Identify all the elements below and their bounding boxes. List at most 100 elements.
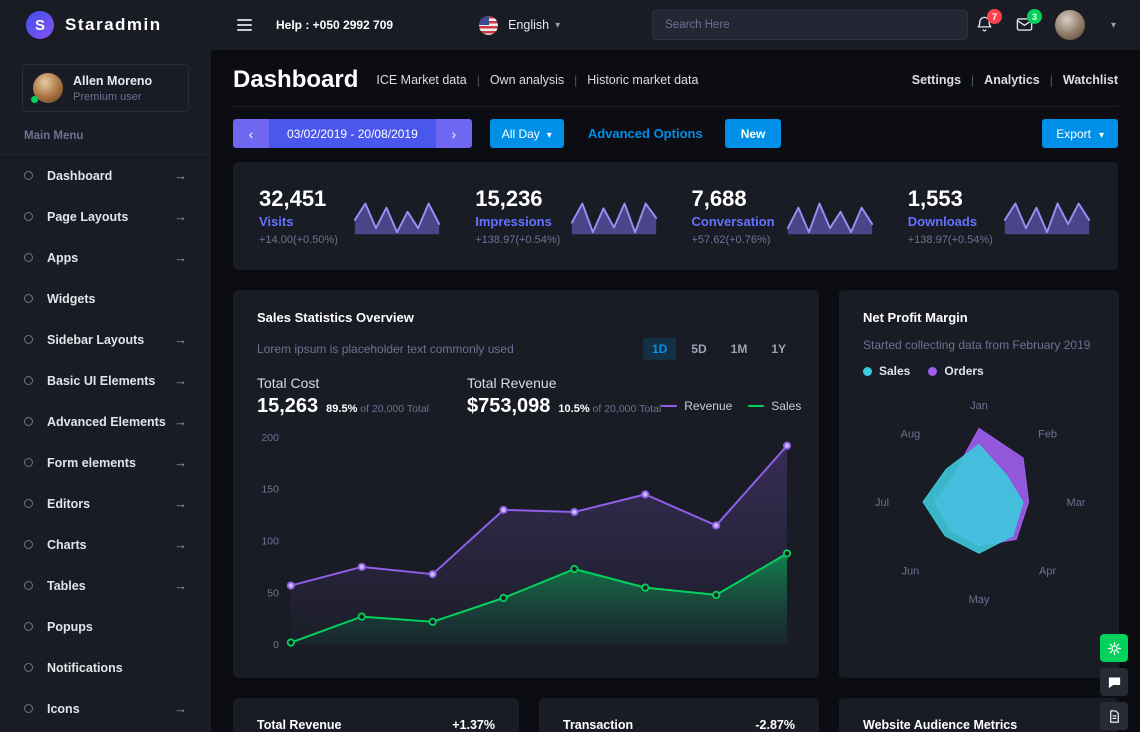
chevron-right-icon: → (174, 332, 187, 347)
all-day-dropdown[interactable]: All Day▾ (490, 119, 564, 148)
sidebar-item-label: Sidebar Layouts (47, 333, 174, 347)
profile-card[interactable]: Allen Moreno Premium user (22, 64, 189, 112)
language-selector[interactable]: English (508, 18, 549, 32)
tab-1d[interactable]: 1D (643, 338, 676, 360)
page-header: Dashboard ICE Market data | Own analysis… (233, 66, 1118, 107)
quick-link-settings[interactable]: Settings (912, 73, 961, 87)
bottom-card-delta: -2.87% (755, 718, 795, 732)
app-root: S Staradmin Allen Moreno Premium user Ma… (0, 0, 1140, 732)
user-avatar[interactable] (1055, 10, 1085, 40)
sidebar-item-charts[interactable]: Charts → (0, 524, 211, 565)
total-revenue-pct: 10.5% (558, 403, 589, 415)
chevron-right-icon: → (174, 701, 187, 716)
quick-link-watchlist[interactable]: Watchlist (1063, 73, 1118, 87)
date-range-button[interactable]: 03/02/2019 - 20/08/2019 (269, 119, 436, 148)
chevron-right-icon: → (174, 168, 187, 183)
svg-text:100: 100 (261, 536, 279, 547)
messages-mail-icon[interactable]: 3 (1015, 15, 1035, 35)
circle-icon (24, 499, 33, 508)
stat-visits: 32,451 Visits +14.00(+0.50%) (243, 186, 459, 246)
stat-value: 7,688 (692, 186, 775, 212)
sidebar-item-widgets[interactable]: Widgets (0, 278, 211, 319)
stat-label: Conversation (692, 214, 775, 229)
notifications-bell-icon[interactable]: 7 (975, 15, 995, 35)
total-revenue-card: Total Revenue +1.37% (233, 698, 519, 732)
circle-icon (24, 581, 33, 590)
total-revenue-suffix: of 20,000 Total (593, 403, 662, 415)
stat-sparkline-chart (568, 193, 660, 239)
tab-1m[interactable]: 1M (722, 338, 757, 360)
sidebar-item-tables[interactable]: Tables → (0, 565, 211, 606)
export-dropdown[interactable]: Export▾ (1042, 119, 1118, 148)
menu-toggle-icon[interactable] (237, 19, 252, 31)
sidebar-item-editors[interactable]: Editors → (0, 483, 211, 524)
tab-1y[interactable]: 1Y (762, 338, 795, 360)
sidebar-item-form-elements[interactable]: Form elements → (0, 442, 211, 483)
header-link-own-analysis[interactable]: Own analysis (490, 73, 564, 87)
tab-5d[interactable]: 5D (682, 338, 715, 360)
stats-summary-card: 32,451 Visits +14.00(+0.50%) 15,236 Impr… (233, 162, 1118, 270)
date-next-button[interactable]: › (436, 119, 472, 148)
sidebar-item-label: Charts (47, 538, 174, 552)
stat-label: Impressions (475, 214, 560, 229)
total-cost-pct: 89.5% (326, 403, 357, 415)
document-button[interactable] (1100, 702, 1128, 730)
chevron-right-icon: → (174, 373, 187, 388)
chevron-down-icon[interactable]: ▾ (1111, 20, 1116, 31)
separator: | (574, 73, 577, 87)
sidebar-item-popups[interactable]: Popups (0, 606, 211, 647)
sidebar-item-icons[interactable]: Icons → (0, 688, 211, 729)
chevron-down-icon: ▾ (1099, 130, 1104, 141)
sidebar-item-dashboard[interactable]: Dashboard → (0, 155, 211, 196)
profile-tier: Premium user (73, 91, 152, 103)
svg-text:Feb: Feb (1038, 428, 1057, 440)
total-revenue: Total Revenue $753,098 10.5% of 20,000 T… (467, 375, 661, 418)
circle-icon (24, 294, 33, 303)
sidebar-section-label: Main Menu (24, 130, 187, 142)
circle-icon (24, 376, 33, 385)
toolbar: ‹ 03/02/2019 - 20/08/2019 › All Day▾ Adv… (233, 119, 1118, 148)
circle-icon (24, 704, 33, 713)
online-status-dot (31, 96, 38, 103)
sidebar-item-advanced-elements[interactable]: Advanced Elements → (0, 401, 211, 442)
settings-gear-button[interactable] (1100, 634, 1128, 662)
brand-logo-icon: S (26, 11, 54, 39)
separator: | (1050, 73, 1053, 87)
us-flag-icon[interactable] (479, 16, 498, 35)
net-profit-radar-chart: JanFebMarAprMayJunJulAug (863, 388, 1095, 618)
circle-icon (24, 335, 33, 344)
new-button[interactable]: New (725, 119, 782, 148)
sidebar-item-label: Editors (47, 497, 174, 511)
advanced-options-link[interactable]: Advanced Options (588, 126, 703, 141)
help-phone: Help : +050 2992 709 (276, 18, 393, 32)
search-input[interactable] (652, 10, 968, 40)
bottom-card-title: Transaction (563, 718, 633, 732)
sidebar-item-page-layouts[interactable]: Page Layouts → (0, 196, 211, 237)
circle-icon (24, 253, 33, 262)
sidebar-item-apps[interactable]: Apps → (0, 237, 211, 278)
quick-link-analytics[interactable]: Analytics (984, 73, 1040, 87)
stat-downloads: 1,553 Downloads +138.97(+0.54%) (892, 186, 1108, 246)
sidebar-item-label: Basic UI Elements (47, 374, 174, 388)
sales-legend-swatch (748, 405, 764, 408)
date-prev-button[interactable]: ‹ (233, 119, 269, 148)
brand[interactable]: S Staradmin (0, 0, 211, 50)
card-title: Net Profit Margin (863, 310, 1095, 325)
chat-button[interactable] (1100, 668, 1128, 696)
circle-icon (24, 458, 33, 467)
stat-delta: +14.00(+0.50%) (259, 234, 338, 246)
separator: | (971, 73, 974, 87)
stat-sparkline-chart (351, 193, 443, 239)
revenue-legend-swatch (661, 405, 677, 408)
sidebar-item-notifications[interactable]: Notifications (0, 647, 211, 688)
svg-text:Apr: Apr (1039, 566, 1056, 578)
sidebar-item-sidebar-layouts[interactable]: Sidebar Layouts → (0, 319, 211, 360)
all-day-label: All Day (502, 127, 540, 141)
header-link-historic-market-data[interactable]: Historic market data (587, 73, 698, 87)
header-link-ice-market-data[interactable]: ICE Market data (376, 73, 466, 87)
svg-text:200: 200 (261, 433, 279, 444)
bottom-card-title: Website Audience Metrics (863, 718, 1017, 732)
sidebar-item-basic-ui-elements[interactable]: Basic UI Elements → (0, 360, 211, 401)
radar-sales-label: Sales (879, 364, 910, 378)
sidebar-item-label: Dashboard (47, 169, 174, 183)
